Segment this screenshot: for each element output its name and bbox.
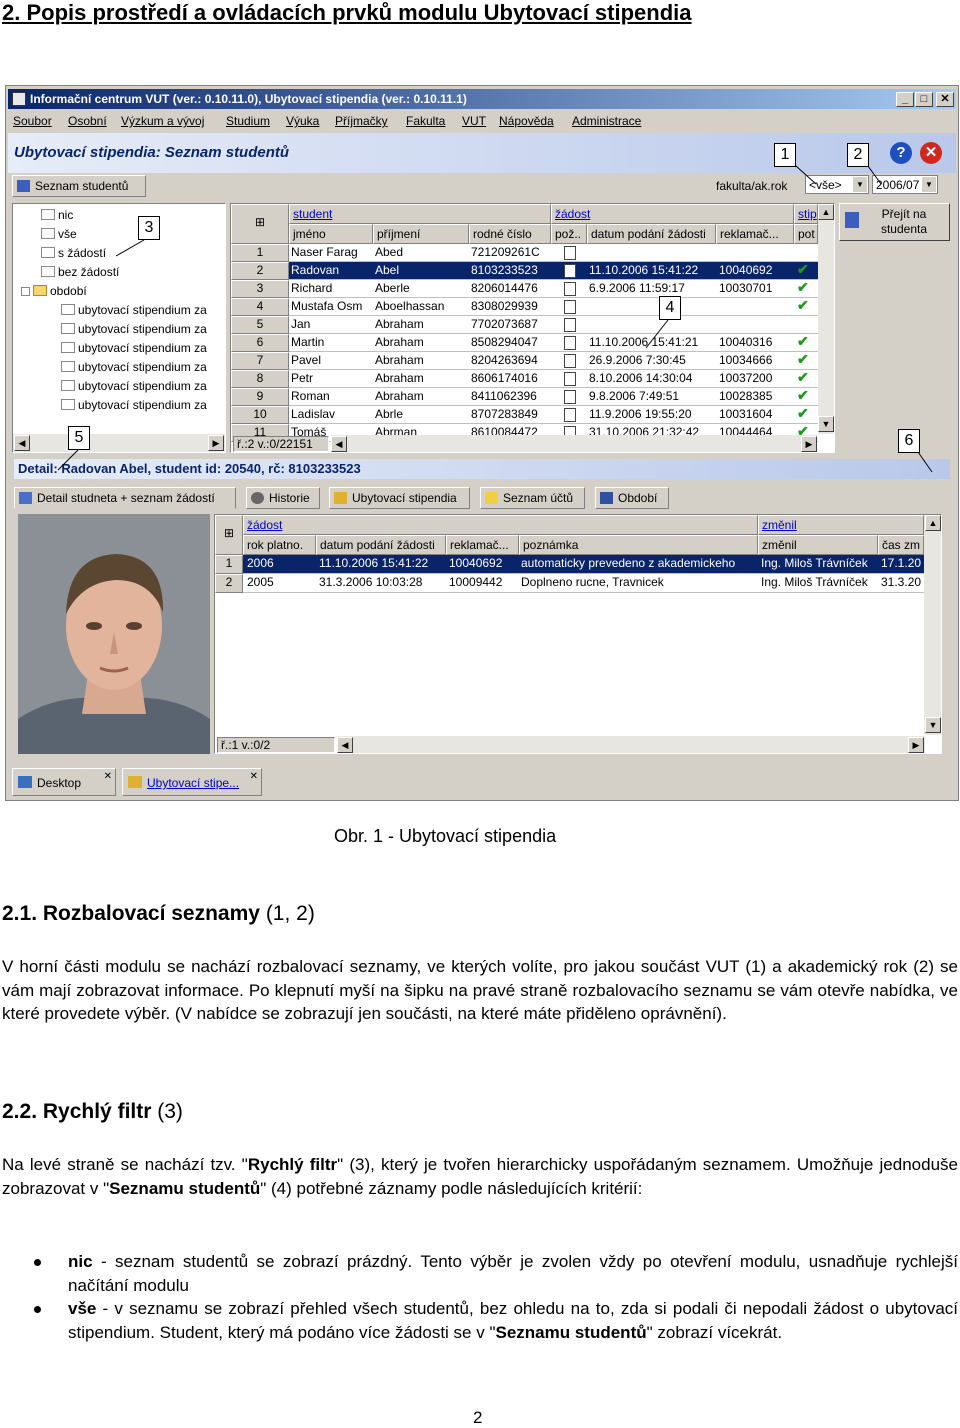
callout-1: 1 — [774, 143, 796, 167]
callout-4: 4 — [659, 296, 681, 320]
page-number: 2 — [473, 1408, 483, 1427]
bullet-icon — [34, 1259, 41, 1266]
section-2-2-paragraph: Na levé straně se nachází tzv. "Rychlý f… — [2, 1155, 958, 1198]
callout-lines — [57, 165, 933, 473]
figure-caption: Obr. 1 - Ubytovací stipendia — [334, 826, 557, 846]
section-2-2-heading: 2.2. Rychlý filtr (3) — [2, 1100, 183, 1123]
section-2-1-heading: 2.1. Rozbalovací seznamy (1, 2) — [2, 902, 315, 925]
list-item-nic: nic - seznam studentů se zobrazí prázdný… — [68, 1252, 958, 1295]
callout-2: 2 — [847, 143, 869, 167]
section-2-1-paragraph: V horní části modulu se nachází rozbalov… — [2, 957, 958, 1023]
callout-6: 6 — [898, 429, 920, 453]
page-heading: 2. Popis prostředí a ovládacích prvků mo… — [2, 0, 692, 25]
callout-3: 3 — [138, 216, 160, 240]
callout-5: 5 — [68, 426, 90, 450]
list-item-vse: vše - v seznamu se zobrazí přehled všech… — [68, 1299, 958, 1342]
app-window-screenshot: Informační centrum VUT (ver.: 0.10.11.0)… — [5, 85, 959, 801]
bullet-icon — [34, 1306, 41, 1313]
